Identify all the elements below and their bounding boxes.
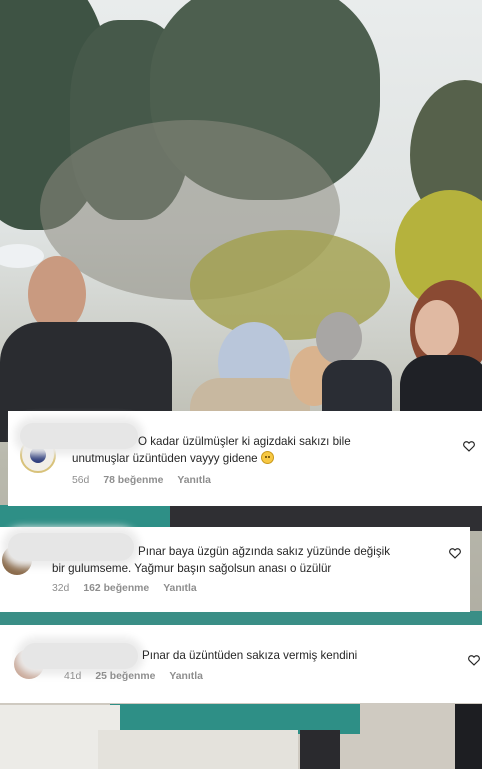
- comment-card-3: Pınar da üzüntüden sakıza vermiş kendini…: [0, 625, 482, 703]
- comment-age: 56d: [72, 475, 90, 486]
- blurred-username: [20, 423, 138, 449]
- yellow-foliage-2: [190, 230, 390, 340]
- heart-outline-icon[interactable]: [448, 546, 462, 560]
- comment-text-line2: bir gulumseme. Yağmur başın sağolsun ana…: [52, 562, 332, 575]
- comment-card-2: Pınar baya üzgün ağzında sakız yüzünde d…: [0, 527, 470, 612]
- woman-right-face: [415, 300, 459, 358]
- comment-meta: 41d 25 beğenme Yanıtla: [64, 671, 203, 682]
- crowd-strip-2: [0, 611, 482, 625]
- comment-meta: 56d 78 beğenme Yanıtla: [72, 475, 211, 486]
- reply-button[interactable]: Yanıtla: [163, 583, 197, 594]
- comment-meta: 32d 162 beğenme Yanıtla: [52, 583, 197, 594]
- coffin-top: [0, 505, 170, 529]
- comment-text: Pınar da üzüntüden sakıza vermiş kendini: [142, 649, 358, 662]
- like-count[interactable]: 78 beğenme: [103, 475, 163, 486]
- coffin-base: [98, 730, 298, 769]
- reply-button[interactable]: Yanıtla: [177, 475, 211, 486]
- sad-face-emoji: [260, 451, 274, 464]
- blurred-username: [22, 643, 138, 669]
- comment-text-line2: unutmuşlar üzüntüden vayyy gidene: [72, 450, 274, 467]
- comment-age: 41d: [64, 671, 82, 682]
- comment-text: Pınar baya üzgün ağzında sakız yüzünde d…: [138, 545, 391, 558]
- person-legs: [300, 730, 340, 769]
- comment-age: 32d: [52, 583, 70, 594]
- blurred-username: [8, 533, 134, 561]
- person-legs-right: [455, 704, 482, 769]
- heart-outline-icon[interactable]: [462, 439, 476, 453]
- older-man-head: [316, 312, 362, 364]
- heart-outline-icon[interactable]: [467, 653, 481, 667]
- like-count[interactable]: 25 beğenme: [95, 671, 155, 682]
- comment-text: O kadar üzülmüşler ki agizdaki sakızı bi…: [138, 435, 351, 448]
- reply-button[interactable]: Yanıtla: [169, 671, 203, 682]
- man-head: [28, 256, 86, 332]
- comment-card-1: O kadar üzülmüşler ki agizdaki sakızı bi…: [8, 411, 482, 506]
- like-count[interactable]: 162 beğenme: [83, 583, 149, 594]
